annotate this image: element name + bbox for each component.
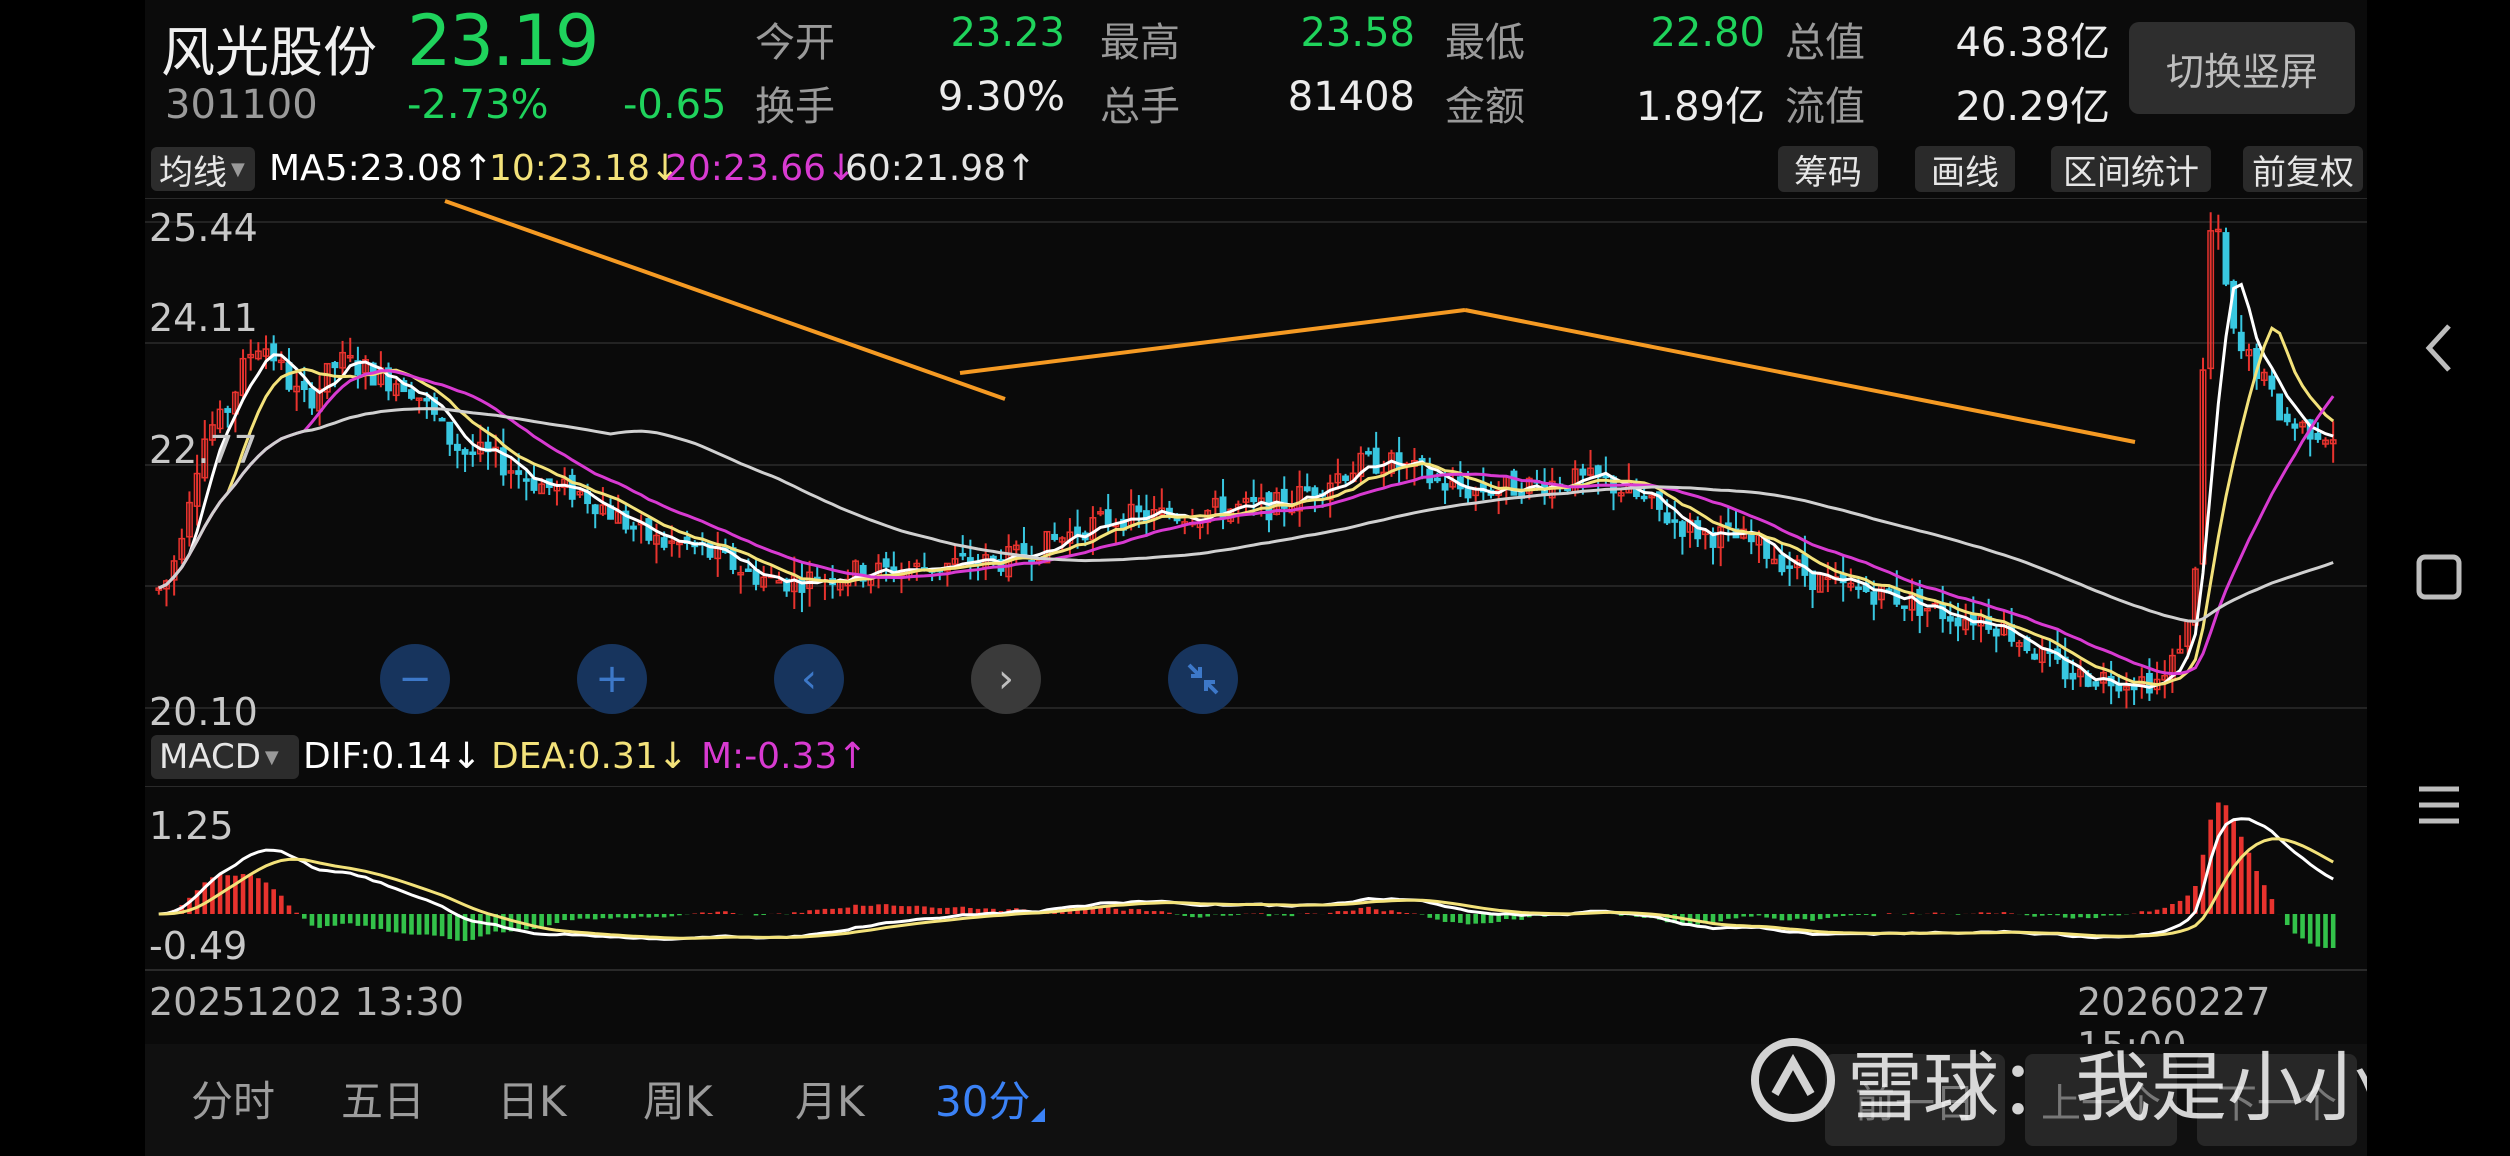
draw-line-button[interactable]: 画线 (1915, 146, 2015, 193)
tab-monthly[interactable]: 月K (795, 1068, 865, 1129)
stock-chart-screen: 风光股份 23.19 301100 -2.73% -0.65 今开 23.23 … (145, 0, 2367, 1156)
dea-arrow-icon: ↓ (657, 736, 688, 777)
switch-portrait-button[interactable]: 切换竖屏 (2129, 22, 2355, 114)
y-axis-label-3: 22.77 (149, 428, 258, 472)
ma10-legend: 10:23.18↓ (489, 148, 680, 189)
ma5-legend: MA5:23.08↑ (269, 148, 493, 189)
stat-turnover-value: 9.30% (937, 74, 1065, 120)
macd-legend-bar: MACD ▼ DIF:0.14↓ DEA:0.31↓ M:-0.33↑ (145, 728, 2367, 786)
ma20-legend: 20:23.66↓ (665, 148, 856, 189)
ma60-legend: 60:21.98↑ (845, 148, 1036, 189)
stat-high-value: 23.58 (1300, 10, 1415, 56)
stat-open-label: 今开 (755, 20, 835, 66)
ma60-value: 60:21.98 (845, 148, 1006, 189)
watermark-text: 雪球：我是小小缠 (1847, 1043, 2367, 1132)
tab-intraday[interactable]: 分时 (191, 1068, 275, 1129)
chips-button[interactable]: 筹码 (1778, 146, 1878, 193)
change-percent: -2.73% (407, 82, 549, 128)
zoom-out-icon[interactable]: − (380, 644, 450, 714)
ma5-value: MA5:23.08 (269, 148, 463, 189)
zoom-in-icon[interactable]: + (577, 644, 647, 714)
stat-open-value: 23.23 (950, 10, 1065, 56)
tab-30min[interactable]: 30分 (935, 1068, 1030, 1129)
stat-high-label: 最高 (1100, 20, 1180, 66)
tab-active-corner-icon (1031, 1108, 1045, 1122)
tab-five-day[interactable]: 五日 (341, 1068, 425, 1129)
tab-daily[interactable]: 日K (497, 1068, 567, 1129)
m-value: M:-0.33 (701, 736, 838, 777)
m-legend: M:-0.33↑ (701, 736, 868, 777)
quote-header: 风光股份 23.19 301100 -2.73% -0.65 今开 23.23 … (145, 0, 2367, 140)
home-icon[interactable] (2367, 552, 2510, 602)
indicator-selector-macd[interactable]: MACD ▼ (151, 735, 299, 779)
tab-weekly[interactable]: 周K (643, 1068, 713, 1129)
kline-chart[interactable] (145, 198, 2367, 728)
ma60-arrow-icon: ↑ (1006, 148, 1037, 189)
stat-turnover-label: 换手 (755, 84, 835, 130)
stat-low-label: 最低 (1445, 20, 1525, 66)
y-axis-label-top: 25.44 (149, 206, 258, 250)
macd-selector-label: MACD (159, 737, 261, 777)
y-axis-label-2: 24.11 (149, 296, 258, 340)
stat-float-value: 20.29亿 (1955, 84, 2110, 130)
dea-value: DEA:0.31 (491, 736, 658, 777)
stat-volume-value: 81408 (1287, 74, 1415, 120)
stat-amount-value: 1.89亿 (1635, 84, 1765, 130)
dif-legend: DIF:0.14↓ (303, 736, 482, 777)
xueqiu-logo-icon (1751, 1038, 1835, 1122)
ma-legend-bar: 均线 ▼ MA5:23.08↑ 10:23.18↓ 20:23.66↓ 60:21… (145, 140, 2367, 198)
scroll-left-icon[interactable]: ‹ (774, 644, 844, 714)
change-amount: -0.65 (623, 82, 727, 128)
last-price: 23.19 (407, 0, 599, 82)
stock-name: 风光股份 (161, 21, 377, 84)
macd-y-label-top: 1.25 (149, 804, 234, 848)
indicator-selector-label: 均线 (159, 152, 227, 193)
menu-icon[interactable] (2367, 780, 2510, 830)
indicator-selector-ma[interactable]: 均线 ▼ (151, 147, 255, 193)
stat-mktcap-value: 46.38亿 (1955, 20, 2110, 66)
system-nav-bar (2367, 0, 2510, 1156)
stat-float-label: 流值 (1785, 84, 1865, 130)
dropdown-caret-icon: ▼ (264, 746, 279, 768)
stat-mktcap-label: 总值 (1785, 20, 1865, 66)
stock-code: 301100 (165, 82, 318, 128)
date-start-label: 20251202 13:30 (149, 980, 465, 1024)
macd-y-label-bottom: -0.49 (149, 924, 248, 968)
stat-volume-label: 总手 (1100, 84, 1180, 130)
stat-low-value: 22.80 (1650, 10, 1765, 56)
dea-legend: DEA:0.31↓ (491, 736, 688, 777)
macd-chart[interactable] (145, 786, 2367, 972)
collapse-icon[interactable] (1168, 644, 1238, 714)
m-arrow-icon: ↑ (837, 736, 868, 777)
ma10-value: 10:23.18 (489, 148, 650, 189)
dif-arrow-icon: ↓ (451, 736, 482, 777)
dif-value: DIF:0.14 (303, 736, 452, 777)
dropdown-caret-icon: ▼ (231, 158, 245, 180)
stat-amount-label: 金额 (1445, 84, 1525, 130)
forward-adjust-button[interactable]: 前复权 (2243, 146, 2363, 193)
scroll-right-icon[interactable]: › (971, 644, 1041, 714)
range-stats-button[interactable]: 区间统计 (2051, 146, 2211, 193)
ma20-value: 20:23.66 (665, 148, 826, 189)
back-icon[interactable] (2367, 318, 2510, 378)
